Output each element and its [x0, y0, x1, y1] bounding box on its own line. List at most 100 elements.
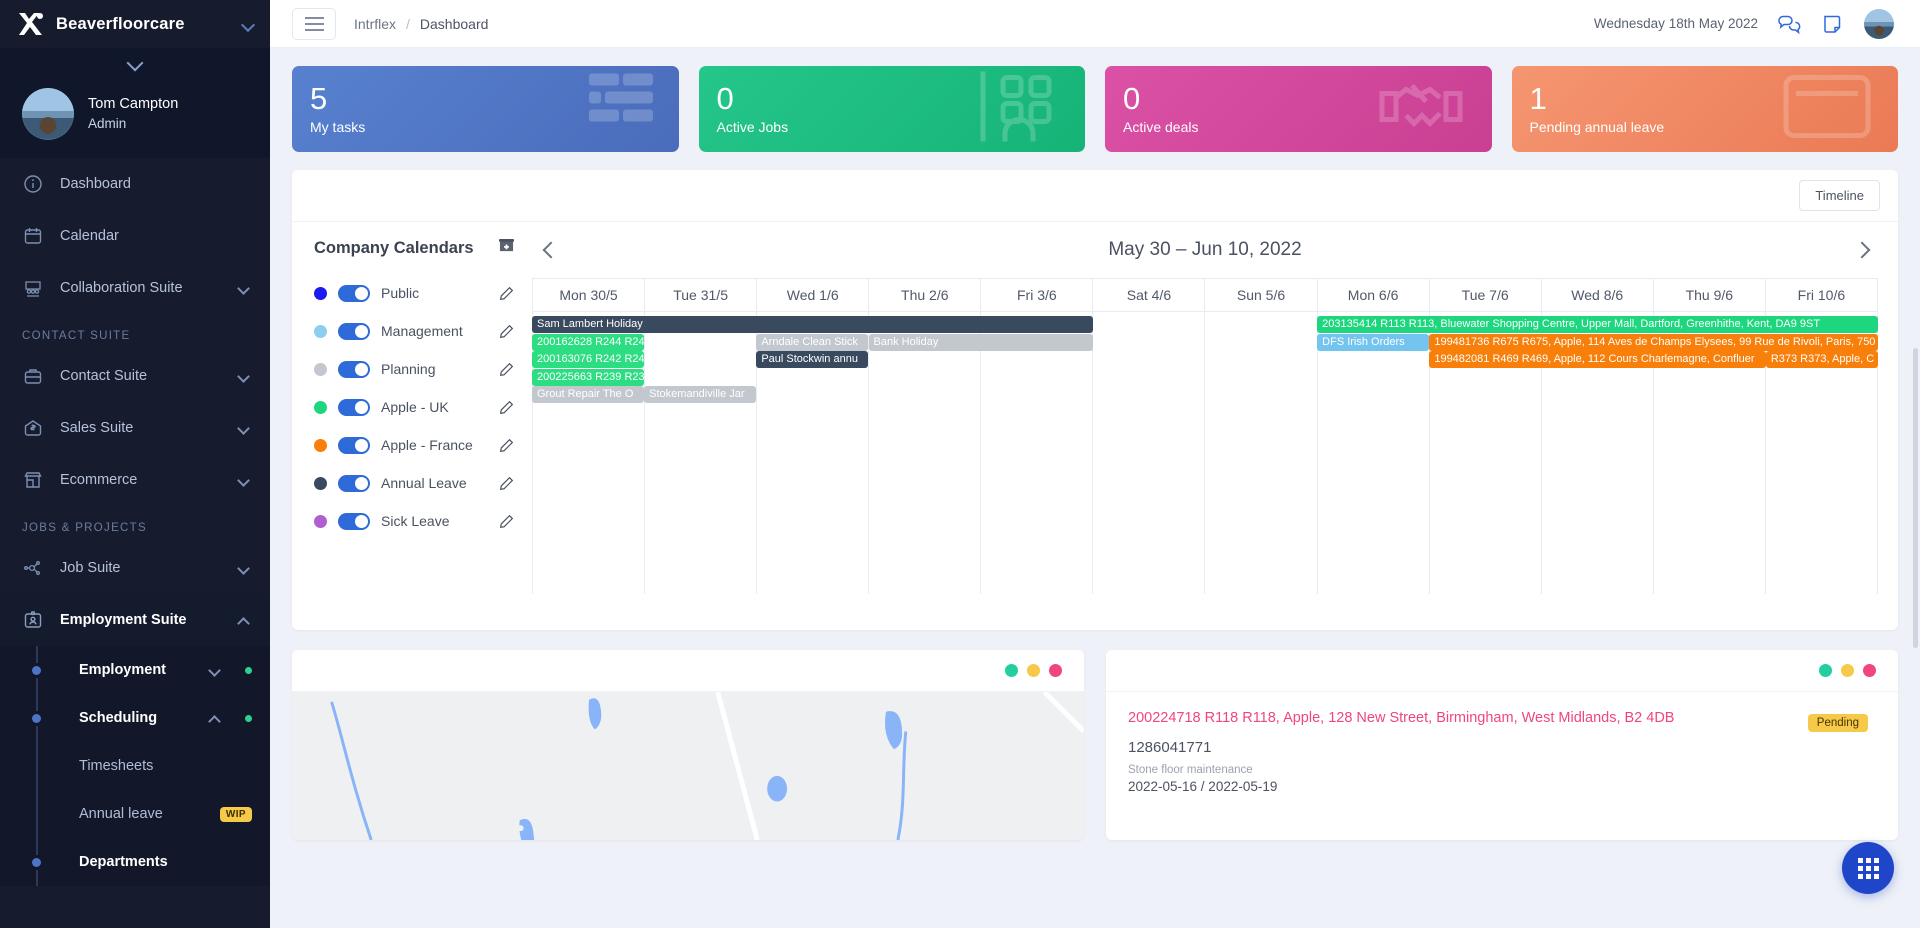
sidebar-item-label: Annual leave [79, 806, 163, 822]
calendar-day-header: Tue 31/5 [645, 279, 758, 311]
card-dot-green[interactable] [1819, 664, 1832, 677]
menu-toggle-button[interactable] [292, 7, 336, 40]
calendar-event[interactable]: 200162628 R244 R244, Apple, Upper Mall [532, 333, 645, 351]
sidebar-item-employment-suite[interactable]: Employment Suite [0, 594, 270, 646]
sidebar-item-contact-suite[interactable]: Contact Suite [0, 350, 270, 402]
card-dot-yellow[interactable] [1841, 664, 1854, 677]
note-icon[interactable] [1820, 12, 1846, 36]
stat-card-my-tasks[interactable]: 5 My tasks [292, 66, 679, 152]
status-dot [245, 666, 252, 674]
calendar-event[interactable]: Sam Lambert Holiday [532, 316, 1093, 333]
calendar-event[interactable]: 200163076 R242 R242, Apple, West Thurr [532, 351, 645, 368]
calendar-visibility-toggle[interactable] [338, 436, 370, 454]
calendar-visibility-toggle[interactable] [338, 398, 370, 416]
sidebar-item-employment[interactable]: Employment [0, 646, 270, 694]
calendar-color-dot [314, 286, 327, 300]
calendar-event[interactable]: 199482081 R469 R469, Apple, 112 Cours Ch… [1429, 351, 1766, 368]
edit-pencil-icon[interactable] [499, 514, 514, 529]
company-calendar-panel: Timeline Company Calendars Public Managem… [292, 170, 1898, 630]
calendar-event[interactable]: R373 R373, Apple, C [1765, 351, 1878, 368]
edit-pencil-icon[interactable] [499, 438, 514, 453]
previous-period-button[interactable] [532, 233, 566, 267]
chat-bubbles-icon[interactable] [1776, 12, 1802, 36]
calendar-event[interactable]: Arndale Clean Stick [756, 333, 869, 351]
calendar-event[interactable]: 203135414 R113 R113, Bluewater Shopping … [1317, 316, 1878, 333]
calendar-day-header: Thu 2/6 [869, 279, 982, 311]
chevron-down-icon [128, 54, 142, 68]
card-dot-green[interactable] [1005, 664, 1018, 677]
profile-role: Admin [88, 115, 127, 131]
edit-pencil-icon[interactable] [499, 362, 514, 377]
calendar-event[interactable]: Grout Repair The O [532, 386, 645, 403]
calendar-event[interactable]: Stokemandiville Jar [644, 386, 757, 403]
sidebar-item-departments[interactable]: Departments [0, 838, 270, 886]
calendar-legend-row: Apple - UK [314, 388, 514, 426]
card-dot-pink[interactable] [1863, 664, 1876, 677]
calendar-event[interactable]: DFS Irish Orders [1317, 333, 1430, 351]
chevron-down-icon [239, 423, 250, 434]
stat-card-active-deals[interactable]: 0 Active deals [1105, 66, 1492, 152]
calendar-name: Apple - France [381, 437, 473, 453]
calendar-visibility-toggle[interactable] [338, 322, 370, 340]
avatar[interactable] [1864, 8, 1894, 39]
edit-pencil-icon[interactable] [499, 400, 514, 415]
stat-card-active-jobs[interactable]: 0 Active Jobs [698, 66, 1085, 152]
calendar-day-header: Mon 6/6 [1318, 279, 1430, 311]
sidebar-item-calendar[interactable]: Calendar [0, 210, 270, 262]
status-badge[interactable]: Pending [1807, 714, 1868, 732]
breadcrumb-separator: / [406, 15, 410, 32]
stat-card-pending-annual-leave[interactable]: 1 Pending annual leave [1511, 66, 1898, 152]
job-title-link[interactable]: 200224718 R118 R118, Apple, 128 New Stre… [1128, 710, 1876, 726]
edit-pencil-icon[interactable] [499, 476, 514, 491]
store-icon [22, 469, 44, 491]
sidebar-item-label: Employment Suite [60, 612, 187, 628]
sidebar-item-label: Employment [79, 662, 167, 678]
sidebar-item-sales-suite[interactable]: Sales Suite [0, 402, 270, 454]
calendar-grid: May 30 – Jun 10, 2022 Mon 30/5 Tue 31/5 We… [532, 222, 1898, 630]
next-period-button[interactable] [1844, 233, 1878, 267]
calendar-visibility-toggle[interactable] [338, 474, 370, 492]
sidebar-item-scheduling[interactable]: Scheduling [0, 694, 270, 742]
vertical-scrollbar[interactable] [1913, 348, 1918, 648]
sidebar-item-collaboration-suite[interactable]: Collaboration Suite [0, 262, 270, 314]
calendar-event[interactable]: Bank Holiday [868, 333, 1093, 351]
breadcrumb: Intrflex / Dashboard [354, 16, 488, 32]
sidebar-item-label: Job Suite [60, 560, 121, 576]
sidebar-item-label: Contact Suite [60, 368, 148, 384]
bullet-icon [32, 665, 41, 675]
card-dot-pink[interactable] [1049, 664, 1062, 677]
sidebar-item-ecommerce[interactable]: Ecommerce [0, 454, 270, 506]
chevron-down-icon [239, 283, 250, 294]
calendar-visibility-toggle[interactable] [338, 512, 370, 530]
sidebar-item-annual-leave[interactable]: Annual leave WIP [0, 790, 270, 838]
sidebar-item-timesheets[interactable]: Timesheets [0, 742, 270, 790]
breadcrumb-current: Dashboard [419, 15, 489, 32]
map-view[interactable] [292, 690, 1084, 840]
collaboration-icon [22, 277, 44, 299]
card-dot-yellow[interactable] [1027, 664, 1040, 677]
sidebar-item-job-suite[interactable]: Job Suite [0, 542, 270, 594]
edit-pencil-icon[interactable] [499, 324, 514, 339]
calendar-event[interactable]: Paul Stockwin annu [756, 351, 869, 368]
job-description: Stone floor maintenance [1128, 764, 1253, 776]
timeline-view-button[interactable]: Timeline [1799, 180, 1880, 211]
calendar-visibility-toggle[interactable] [338, 284, 370, 302]
main-content: 5 My tasks 0 Active Jobs 0 Active deals … [270, 48, 1920, 928]
calendar-event[interactable]: 200225663 R239 R239, Apple, Liverpool [532, 368, 645, 386]
sidebar-profile[interactable]: Tom Campton Admin [0, 74, 270, 158]
calendar-visibility-toggle[interactable] [338, 360, 370, 378]
breadcrumb-root[interactable]: Intrflex [354, 16, 396, 32]
calendar-name: Public [381, 285, 420, 301]
calendar-color-dot [314, 324, 327, 338]
edit-pencil-icon[interactable] [499, 286, 514, 301]
add-calendar-icon[interactable] [499, 238, 514, 258]
sidebar-collapse-toggle[interactable] [0, 48, 270, 74]
calendar-event[interactable]: 199481736 R675 R675, Apple, 114 Aves de … [1429, 333, 1878, 351]
chevron-up-icon [239, 615, 250, 626]
apps-grid-fab-button[interactable] [1842, 842, 1894, 894]
sidebar-item-label: Ecommerce [60, 472, 138, 488]
calendar-name: Sick Leave [381, 513, 450, 529]
calendar-name: Apple - UK [381, 399, 449, 415]
sidebar-item-dashboard[interactable]: Dashboard [0, 158, 270, 210]
brand-chevron-down-icon[interactable] [242, 17, 256, 31]
